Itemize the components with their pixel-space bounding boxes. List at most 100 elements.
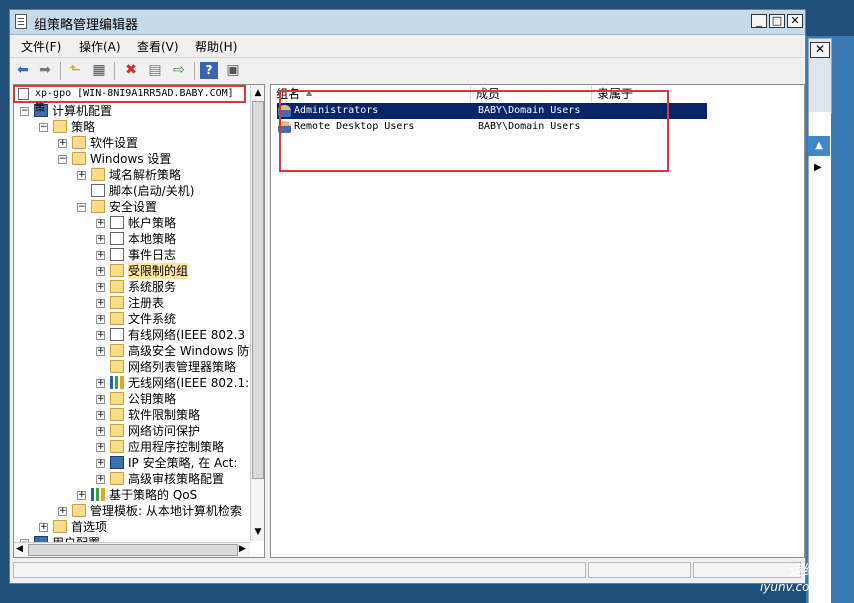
- expand-icon[interactable]: +: [96, 251, 105, 260]
- policy-icon: [110, 232, 124, 245]
- expand-icon[interactable]: +: [96, 283, 105, 292]
- expand-icon[interactable]: +: [96, 459, 105, 468]
- console-tree: − 计算机配置 − 策略 + 软件设置 − Windows 设置 + 域名解析策略 脚本(启动/关机…: [13, 84, 265, 558]
- tree-node[interactable]: + 高级审核策略配置: [14, 471, 248, 487]
- menu-view[interactable]: 查看(V): [137, 38, 179, 55]
- scroll-thumb[interactable]: [252, 101, 264, 479]
- tree-node[interactable]: + 管理模板: 从本地计算机检索: [14, 503, 248, 519]
- back-arrow-icon[interactable]: ⬅: [14, 62, 32, 79]
- folder-icon: [53, 520, 67, 533]
- tree-node-label: 受限制的组: [128, 263, 189, 279]
- tree-root-node[interactable]: xp-gpo [WIN-8NI9A1RR5AD.BABY.COM] 策: [13, 85, 246, 114]
- chart-icon: [91, 488, 105, 501]
- expand-icon[interactable]: +: [58, 139, 67, 148]
- expand-icon[interactable]: +: [58, 507, 67, 516]
- help-icon[interactable]: ?: [200, 62, 218, 79]
- collapse-icon[interactable]: −: [20, 107, 29, 116]
- tree-node[interactable]: 脚本(启动/关机): [14, 183, 248, 199]
- tree-node-label: 无线网络(IEEE 802.1:: [128, 376, 250, 390]
- folder-icon: [72, 504, 86, 517]
- scroll-down-icon[interactable]: ▼: [252, 525, 264, 539]
- tree-node[interactable]: + 基于策略的 QoS: [14, 487, 248, 503]
- background-scroll-up-icon[interactable]: ▲: [808, 136, 830, 156]
- folder-lock-icon: [110, 312, 124, 325]
- forward-arrow-icon[interactable]: ➡: [36, 62, 54, 79]
- expand-icon[interactable]: +: [96, 427, 105, 436]
- background-scrollbar[interactable]: [808, 112, 831, 603]
- tree-node[interactable]: + 有线网络(IEEE 802.3: [14, 327, 248, 343]
- tree-node[interactable]: + 文件系统: [14, 311, 248, 327]
- expand-icon[interactable]: +: [96, 347, 105, 356]
- minimize-button[interactable]: _: [751, 14, 767, 28]
- expand-icon[interactable]: +: [96, 443, 105, 452]
- scroll-left-icon[interactable]: ◀: [16, 544, 23, 554]
- expand-icon[interactable]: +: [96, 235, 105, 244]
- menu-file[interactable]: 文件(F): [21, 38, 61, 55]
- folder-icon: [110, 424, 124, 437]
- expand-icon[interactable]: +: [96, 411, 105, 420]
- tree-node[interactable]: + 帐户策略: [14, 215, 248, 231]
- tree-node[interactable]: + 软件限制策略: [14, 407, 248, 423]
- expand-icon[interactable]: +: [96, 379, 105, 388]
- close-button[interactable]: ✕: [787, 14, 803, 28]
- menu-action[interactable]: 操作(A): [79, 38, 121, 55]
- export-list-icon[interactable]: ⇨: [170, 62, 188, 79]
- tree-node[interactable]: 网络列表管理器策略: [14, 359, 248, 375]
- expand-icon[interactable]: +: [77, 491, 86, 500]
- tree-node[interactable]: + 高级安全 Windows 防:: [14, 343, 253, 359]
- scroll-right-icon[interactable]: ▶: [239, 544, 246, 554]
- show-hide-tree-icon[interactable]: ▦: [90, 62, 108, 79]
- tree-node[interactable]: − 策略: [14, 119, 248, 135]
- tree-node[interactable]: + 本地策略: [14, 231, 248, 247]
- toolbar-separator: [60, 62, 61, 80]
- policy-icon: [110, 248, 124, 261]
- tree-node-label: 软件限制策略: [128, 408, 201, 422]
- folder-icon: [72, 152, 86, 165]
- expand-icon[interactable]: +: [96, 475, 105, 484]
- expand-icon[interactable]: +: [96, 219, 105, 228]
- tree-node[interactable]: + 系统服务: [14, 279, 248, 295]
- collapse-icon[interactable]: −: [39, 123, 48, 132]
- expand-icon[interactable]: +: [77, 171, 86, 180]
- tree-node[interactable]: − Windows 设置: [14, 151, 248, 167]
- tree-horizontal-scrollbar[interactable]: ◀ ▶: [14, 542, 250, 557]
- tree-node[interactable]: + 公钥策略: [14, 391, 248, 407]
- tree-root-label: xp-gpo [WIN-8NI9A1RR5AD.BABY.COM] 策: [35, 88, 234, 114]
- tree-node[interactable]: + 软件设置: [14, 135, 248, 151]
- collapse-icon[interactable]: −: [77, 203, 86, 212]
- scroll-up-icon[interactable]: ▲: [252, 86, 264, 100]
- tree-node[interactable]: + 注册表: [14, 295, 248, 311]
- highlight-annotation: [279, 90, 669, 172]
- action-pane-icon[interactable]: ▣: [224, 62, 242, 79]
- tree-node[interactable]: + 受限制的组: [14, 263, 248, 279]
- tree-node[interactable]: + 应用程序控制策略: [14, 439, 248, 455]
- background-close-button[interactable]: ✕: [810, 42, 830, 58]
- up-folder-icon[interactable]: ⬑: [66, 62, 84, 79]
- tree-node[interactable]: + 无线网络(IEEE 802.1:: [14, 375, 250, 391]
- tree-node[interactable]: + 事件日志: [14, 247, 248, 263]
- expand-icon[interactable]: +: [96, 395, 105, 404]
- tree-node[interactable]: − 安全设置: [14, 199, 248, 215]
- expand-icon[interactable]: +: [96, 267, 105, 276]
- expand-icon[interactable]: +: [96, 315, 105, 324]
- tree-node[interactable]: + 网络访问保护: [14, 423, 248, 439]
- tree-vertical-scrollbar[interactable]: ▲ ▼: [250, 85, 264, 541]
- tree-node[interactable]: + 首选项: [14, 519, 248, 535]
- expand-icon[interactable]: +: [39, 523, 48, 532]
- expand-icon[interactable]: +: [96, 299, 105, 308]
- folder-icon: [110, 440, 124, 453]
- scroll-thumb[interactable]: [28, 544, 238, 556]
- tree-node[interactable]: + IP 安全策略, 在 Act:: [14, 455, 248, 471]
- folder-icon: [110, 408, 124, 421]
- expand-icon[interactable]: +: [96, 331, 105, 340]
- collapse-icon[interactable]: −: [58, 155, 67, 164]
- tree-node-label: 注册表: [128, 296, 165, 310]
- tree-node-label: 网络列表管理器策略: [128, 360, 237, 374]
- delete-icon[interactable]: ✖: [122, 62, 140, 79]
- watermark-title: 运维网: [790, 563, 832, 579]
- title-bar: 组策略管理编辑器 _ □ ✕: [10, 10, 805, 35]
- properties-icon[interactable]: ▤: [146, 62, 164, 79]
- menu-help[interactable]: 帮助(H): [195, 38, 237, 55]
- maximize-button[interactable]: □: [769, 14, 785, 28]
- tree-node[interactable]: + 域名解析策略: [14, 167, 248, 183]
